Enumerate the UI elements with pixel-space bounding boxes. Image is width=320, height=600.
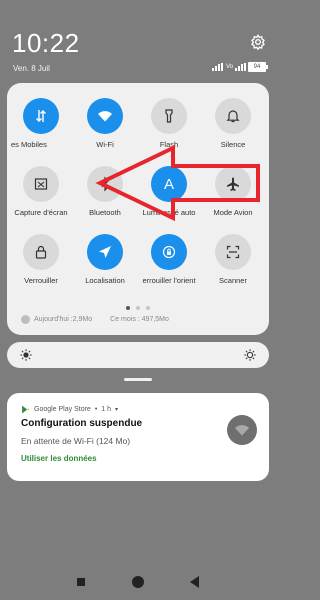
scanner-icon — [215, 234, 251, 270]
chevron-down-icon[interactable]: ▾ — [115, 406, 118, 413]
lock-icon — [23, 234, 59, 270]
auto-brightness-icon: A — [151, 166, 187, 202]
wifi-notification-icon — [227, 415, 257, 445]
brightness-slider[interactable] — [7, 342, 269, 368]
gear-icon[interactable] — [250, 34, 266, 50]
brightness-high-icon — [244, 349, 256, 361]
tile-auto-brightness[interactable]: A Luminosité auto — [139, 166, 199, 217]
battery-icon: 94 — [248, 62, 268, 72]
tile-label: Localisation — [85, 276, 125, 285]
data-usage-icon — [21, 315, 30, 324]
tile-silence[interactable]: Silence — [203, 98, 263, 149]
navigation-bar — [0, 570, 276, 594]
notification-app: Google Play Store — [34, 406, 91, 413]
tile-label: errouiller l'orient — [142, 276, 196, 285]
screenshot-icon — [23, 166, 59, 202]
page-dot — [146, 306, 150, 310]
drag-handle[interactable] — [124, 378, 152, 381]
data-usage[interactable]: Aujourd'hui :2,9Mo Ce mois : 497,5Mo — [21, 315, 169, 324]
tile-scanner[interactable]: Scanner — [203, 234, 263, 285]
wifi-icon — [87, 98, 123, 134]
bluetooth-icon — [87, 166, 123, 202]
play-store-icon — [22, 405, 29, 414]
use-data-button[interactable]: Utiliser les données — [21, 454, 97, 463]
data-usage-today: Aujourd'hui :2,9Mo — [34, 316, 93, 323]
clock: 10:22 — [12, 28, 80, 58]
notification-card[interactable]: Google Play Store • 1 h ▾ Configuration … — [7, 393, 269, 481]
signal-icon-2 — [235, 63, 246, 71]
tile-location[interactable]: Localisation — [75, 234, 135, 285]
airplane-icon — [215, 166, 251, 202]
notification-header: Google Play Store • 1 h ▾ — [21, 405, 118, 414]
data-usage-month: Ce mois : 497,5Mo — [110, 316, 169, 323]
tile-label: Bluetooth — [89, 208, 121, 217]
tile-label: es Mobiles — [11, 140, 47, 149]
notification-time: 1 h — [101, 406, 111, 413]
page-dot — [136, 306, 140, 310]
notification-text: En attente de Wi-Fi (124 Mo) — [21, 436, 131, 446]
network-type: Vo — [225, 64, 233, 70]
home-button[interactable] — [132, 576, 144, 588]
tile-flash[interactable]: Flash — [139, 98, 199, 149]
status-icons: Vo 94 — [211, 62, 268, 72]
tile-label: Luminosité auto — [142, 208, 196, 217]
recents-button[interactable] — [77, 578, 85, 586]
brightness-low-icon — [20, 349, 32, 361]
tile-lock[interactable]: Verrouiller — [11, 234, 71, 285]
flashlight-icon — [151, 98, 187, 134]
date: Ven. 8 Juil — [13, 64, 50, 73]
page-dot — [126, 306, 130, 310]
tile-label: Wi-Fi — [96, 140, 114, 149]
tile-label: Capture d'écran — [14, 208, 68, 217]
notification-separator: • — [94, 406, 98, 413]
location-icon — [87, 234, 123, 270]
signal-icon — [211, 63, 223, 71]
bell-icon — [215, 98, 251, 134]
tile-label: Verrouiller — [24, 276, 58, 285]
tile-mobile-data[interactable]: es Mobiles — [11, 98, 71, 149]
page-indicator — [7, 297, 269, 315]
notification-title: Configuration suspendue — [21, 418, 143, 429]
tile-label: Mode Avion — [213, 208, 253, 217]
tile-wifi[interactable]: Wi-Fi — [75, 98, 135, 149]
rotation-lock-icon — [151, 234, 187, 270]
tile-airplane[interactable]: Mode Avion — [203, 166, 263, 217]
tile-label: Scanner — [219, 276, 247, 285]
quick-settings-panel: es Mobiles Wi-Fi Flash Silence Capture d… — [7, 83, 269, 335]
tile-label: Flash — [159, 140, 179, 149]
tile-bluetooth[interactable]: Bluetooth — [75, 166, 135, 217]
tile-screenshot[interactable]: Capture d'écran — [11, 166, 71, 217]
back-button[interactable] — [190, 576, 199, 588]
tile-rotation-lock[interactable]: errouiller l'orient — [139, 234, 199, 285]
data-arrows-icon — [23, 98, 59, 134]
tile-label: Silence — [220, 140, 246, 149]
